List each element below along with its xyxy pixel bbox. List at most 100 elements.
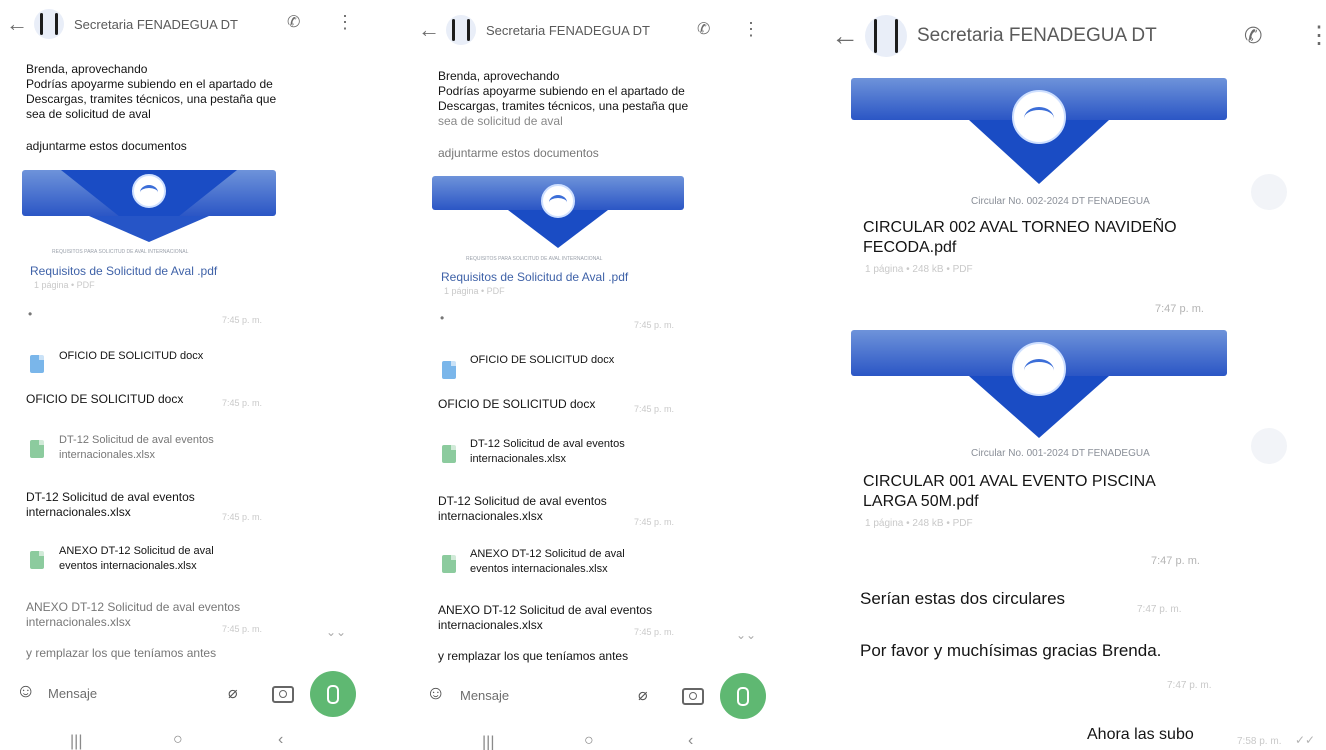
file-name-oficio[interactable]: OFICIO DE SOLICITUD docx: [470, 353, 614, 368]
message-time: 7:47 p. m.: [1155, 303, 1204, 315]
word-file-icon: [30, 355, 44, 373]
message-time: 7:45 p. m.: [634, 404, 675, 414]
emoji-icon[interactable]: ☺: [426, 683, 445, 705]
document-card-requisitos[interactable]: REQUISITOS PARA SOLICITUD DE AVAL INTERN…: [432, 176, 684, 296]
document-meta: 1 página • 248 kB • PDF: [865, 264, 973, 275]
message-dot: •: [28, 307, 33, 321]
document-name[interactable]: Requisitos de Solicitud de Aval .pdf: [441, 270, 628, 284]
message-attach: adjuntarme estos documentos: [26, 139, 187, 153]
message-time: 7:45 p. m.: [634, 517, 675, 527]
scroll-down-icon[interactable]: ⌄⌄: [736, 628, 756, 642]
message-time: 7:47 p. m.: [1137, 604, 1182, 615]
chat-panel-middle: ← Secretaria FENADEGUA DT ✆ ⋮ Brenda, ap…: [402, 0, 807, 750]
message-time: 7:45 p. m.: [222, 624, 263, 634]
document-meta: 1 página • 248 kB • PDF: [865, 518, 973, 529]
caption-oficio: OFICIO DE SOLICITUD docx: [438, 397, 596, 411]
contact-avatar[interactable]: [865, 15, 907, 57]
document-card-requisitos[interactable]: REQUISITOS PARA SOLICITUD DE AVAL INTERN…: [22, 170, 276, 290]
banner-caption: REQUISITOS PARA SOLICITUD DE AVAL INTERN…: [52, 249, 189, 255]
document-card-circular-001[interactable]: Circular No. 001-2024 DT FENADEGUA CIRCU…: [851, 330, 1227, 529]
federation-logo-icon: [541, 184, 575, 218]
attach-icon[interactable]: ⌀: [638, 685, 648, 705]
message-time: 7:58 p. m.: [1237, 736, 1282, 747]
nav-recents-icon[interactable]: |||: [70, 733, 82, 750]
chat-header: ← Secretaria FENADEGUA DT ✆ ⋮: [402, 6, 807, 54]
caption-anexo: ANEXO DT-12 Solicitud de aval eventos int…: [26, 600, 241, 629]
add-call-icon[interactable]: ✆: [287, 12, 300, 32]
contact-name[interactable]: Secretaria FENADEGUA DT: [486, 23, 650, 38]
add-call-icon[interactable]: ✆: [697, 19, 710, 39]
nav-home-icon[interactable]: ○: [584, 732, 594, 750]
file-name-dt12[interactable]: DT-12 Solicitud de aval eventos internaci…: [59, 433, 214, 463]
back-arrow-icon[interactable]: ←: [418, 19, 440, 41]
more-options-icon[interactable]: ⋮: [742, 20, 760, 38]
message-input[interactable]: [46, 685, 200, 702]
nav-back-icon[interactable]: ‹: [688, 732, 693, 750]
chat-panel-left: ← Secretaria FENADEGUA DT ✆ ⋮ Brenda, ap…: [0, 0, 402, 750]
mic-button[interactable]: [310, 671, 356, 717]
document-name[interactable]: CIRCULAR 001 AVAL EVENTO PISCINA LARGA 50…: [863, 472, 1156, 512]
message-subo: Ahora las subo: [1087, 726, 1194, 743]
banner-caption: REQUISITOS PARA SOLICITUD DE AVAL INTERN…: [466, 256, 603, 262]
excel-file-icon: [30, 551, 44, 569]
banner-caption: Circular No. 002-2024 DT FENADEGUA: [971, 196, 1150, 207]
message-intro: Brenda, aprovechando Podrías apoyarme su…: [26, 62, 277, 121]
mic-icon: [737, 686, 749, 706]
caption-dt12: DT-12 Solicitud de aval eventos internaci…: [26, 490, 195, 519]
chat-header: ← Secretaria FENADEGUA DT ✆ ⋮: [0, 0, 402, 48]
nav-back-icon[interactable]: ‹: [278, 731, 283, 749]
message-input[interactable]: [458, 687, 612, 704]
message-gracias: Por favor y muchísimas gracias Brenda.: [860, 641, 1162, 660]
add-call-icon[interactable]: ✆: [1244, 23, 1262, 49]
message-circulares: Serían estas dos circulares: [860, 589, 1066, 608]
message-time: 7:45 p. m.: [222, 315, 263, 325]
scroll-down-icon[interactable]: ⌄⌄: [326, 625, 346, 639]
file-name-oficio[interactable]: OFICIO DE SOLICITUD docx: [59, 349, 203, 364]
document-card-circular-002[interactable]: Circular No. 002-2024 DT FENADEGUA CIRCU…: [851, 78, 1227, 278]
file-name-anexo[interactable]: ANEXO DT-12 Solicitud de aval eventos int…: [470, 547, 625, 577]
caption-anexo: ANEXO DT-12 Solicitud de aval eventos int…: [438, 603, 653, 632]
mic-icon: [327, 684, 339, 704]
caption-oficio: OFICIO DE SOLICITUD docx: [26, 392, 184, 406]
message-time: 7:45 p. m.: [222, 512, 263, 522]
message-time: 7:45 p. m.: [634, 320, 675, 330]
document-name[interactable]: CIRCULAR 002 AVAL TORNEO NAVIDEÑO FECODA.…: [863, 218, 1177, 258]
message-time: 7:47 p. m.: [1167, 680, 1212, 691]
contact-avatar[interactable]: [34, 9, 64, 39]
message-attach: adjuntarme estos documentos: [438, 146, 599, 160]
emoji-icon[interactable]: ☺: [16, 681, 35, 703]
camera-icon[interactable]: [272, 686, 294, 703]
federation-logo-icon: [1012, 90, 1066, 144]
forward-icon[interactable]: [1251, 428, 1287, 464]
message-dot: •: [440, 311, 445, 325]
forward-icon[interactable]: [1251, 174, 1287, 210]
nav-home-icon[interactable]: ○: [173, 731, 183, 749]
contact-name[interactable]: Secretaria FENADEGUA DT: [74, 17, 238, 32]
chat-header: ← Secretaria FENADEGUA DT ✆ ⋮: [807, 12, 1326, 60]
federation-logo-icon: [1012, 342, 1066, 396]
back-arrow-icon[interactable]: ←: [831, 22, 859, 50]
contact-avatar[interactable]: [446, 15, 476, 45]
document-meta: 1 página • PDF: [34, 280, 95, 290]
message-time: 7:45 p. m.: [222, 398, 263, 408]
excel-file-icon: [442, 555, 456, 573]
message-time: 7:47 p. m.: [1151, 555, 1200, 567]
contact-name[interactable]: Secretaria FENADEGUA DT: [917, 25, 1157, 47]
more-options-icon[interactable]: ⋮: [336, 13, 354, 31]
document-name[interactable]: Requisitos de Solicitud de Aval .pdf: [30, 264, 217, 278]
message-replace: y remplazar los que teníamos antes: [438, 649, 629, 663]
mic-button[interactable]: [720, 673, 766, 719]
back-arrow-icon[interactable]: ←: [6, 13, 28, 35]
federation-logo-icon: [132, 174, 166, 208]
excel-file-icon: [442, 445, 456, 463]
document-meta: 1 página • PDF: [444, 286, 505, 296]
message-composer: ☺ ⌀: [0, 671, 402, 717]
nav-recents-icon[interactable]: |||: [482, 734, 494, 750]
caption-dt12: DT-12 Solicitud de aval eventos internaci…: [438, 494, 607, 523]
chat-panel-right: ← Secretaria FENADEGUA DT ✆ ⋮ Circular N…: [807, 0, 1326, 750]
more-options-icon[interactable]: ⋮: [1307, 24, 1326, 48]
camera-icon[interactable]: [682, 688, 704, 705]
attach-icon[interactable]: ⌀: [228, 683, 238, 703]
file-name-anexo[interactable]: ANEXO DT-12 Solicitud de aval eventos int…: [59, 544, 214, 574]
file-name-dt12[interactable]: DT-12 Solicitud de aval eventos internaci…: [470, 437, 625, 467]
